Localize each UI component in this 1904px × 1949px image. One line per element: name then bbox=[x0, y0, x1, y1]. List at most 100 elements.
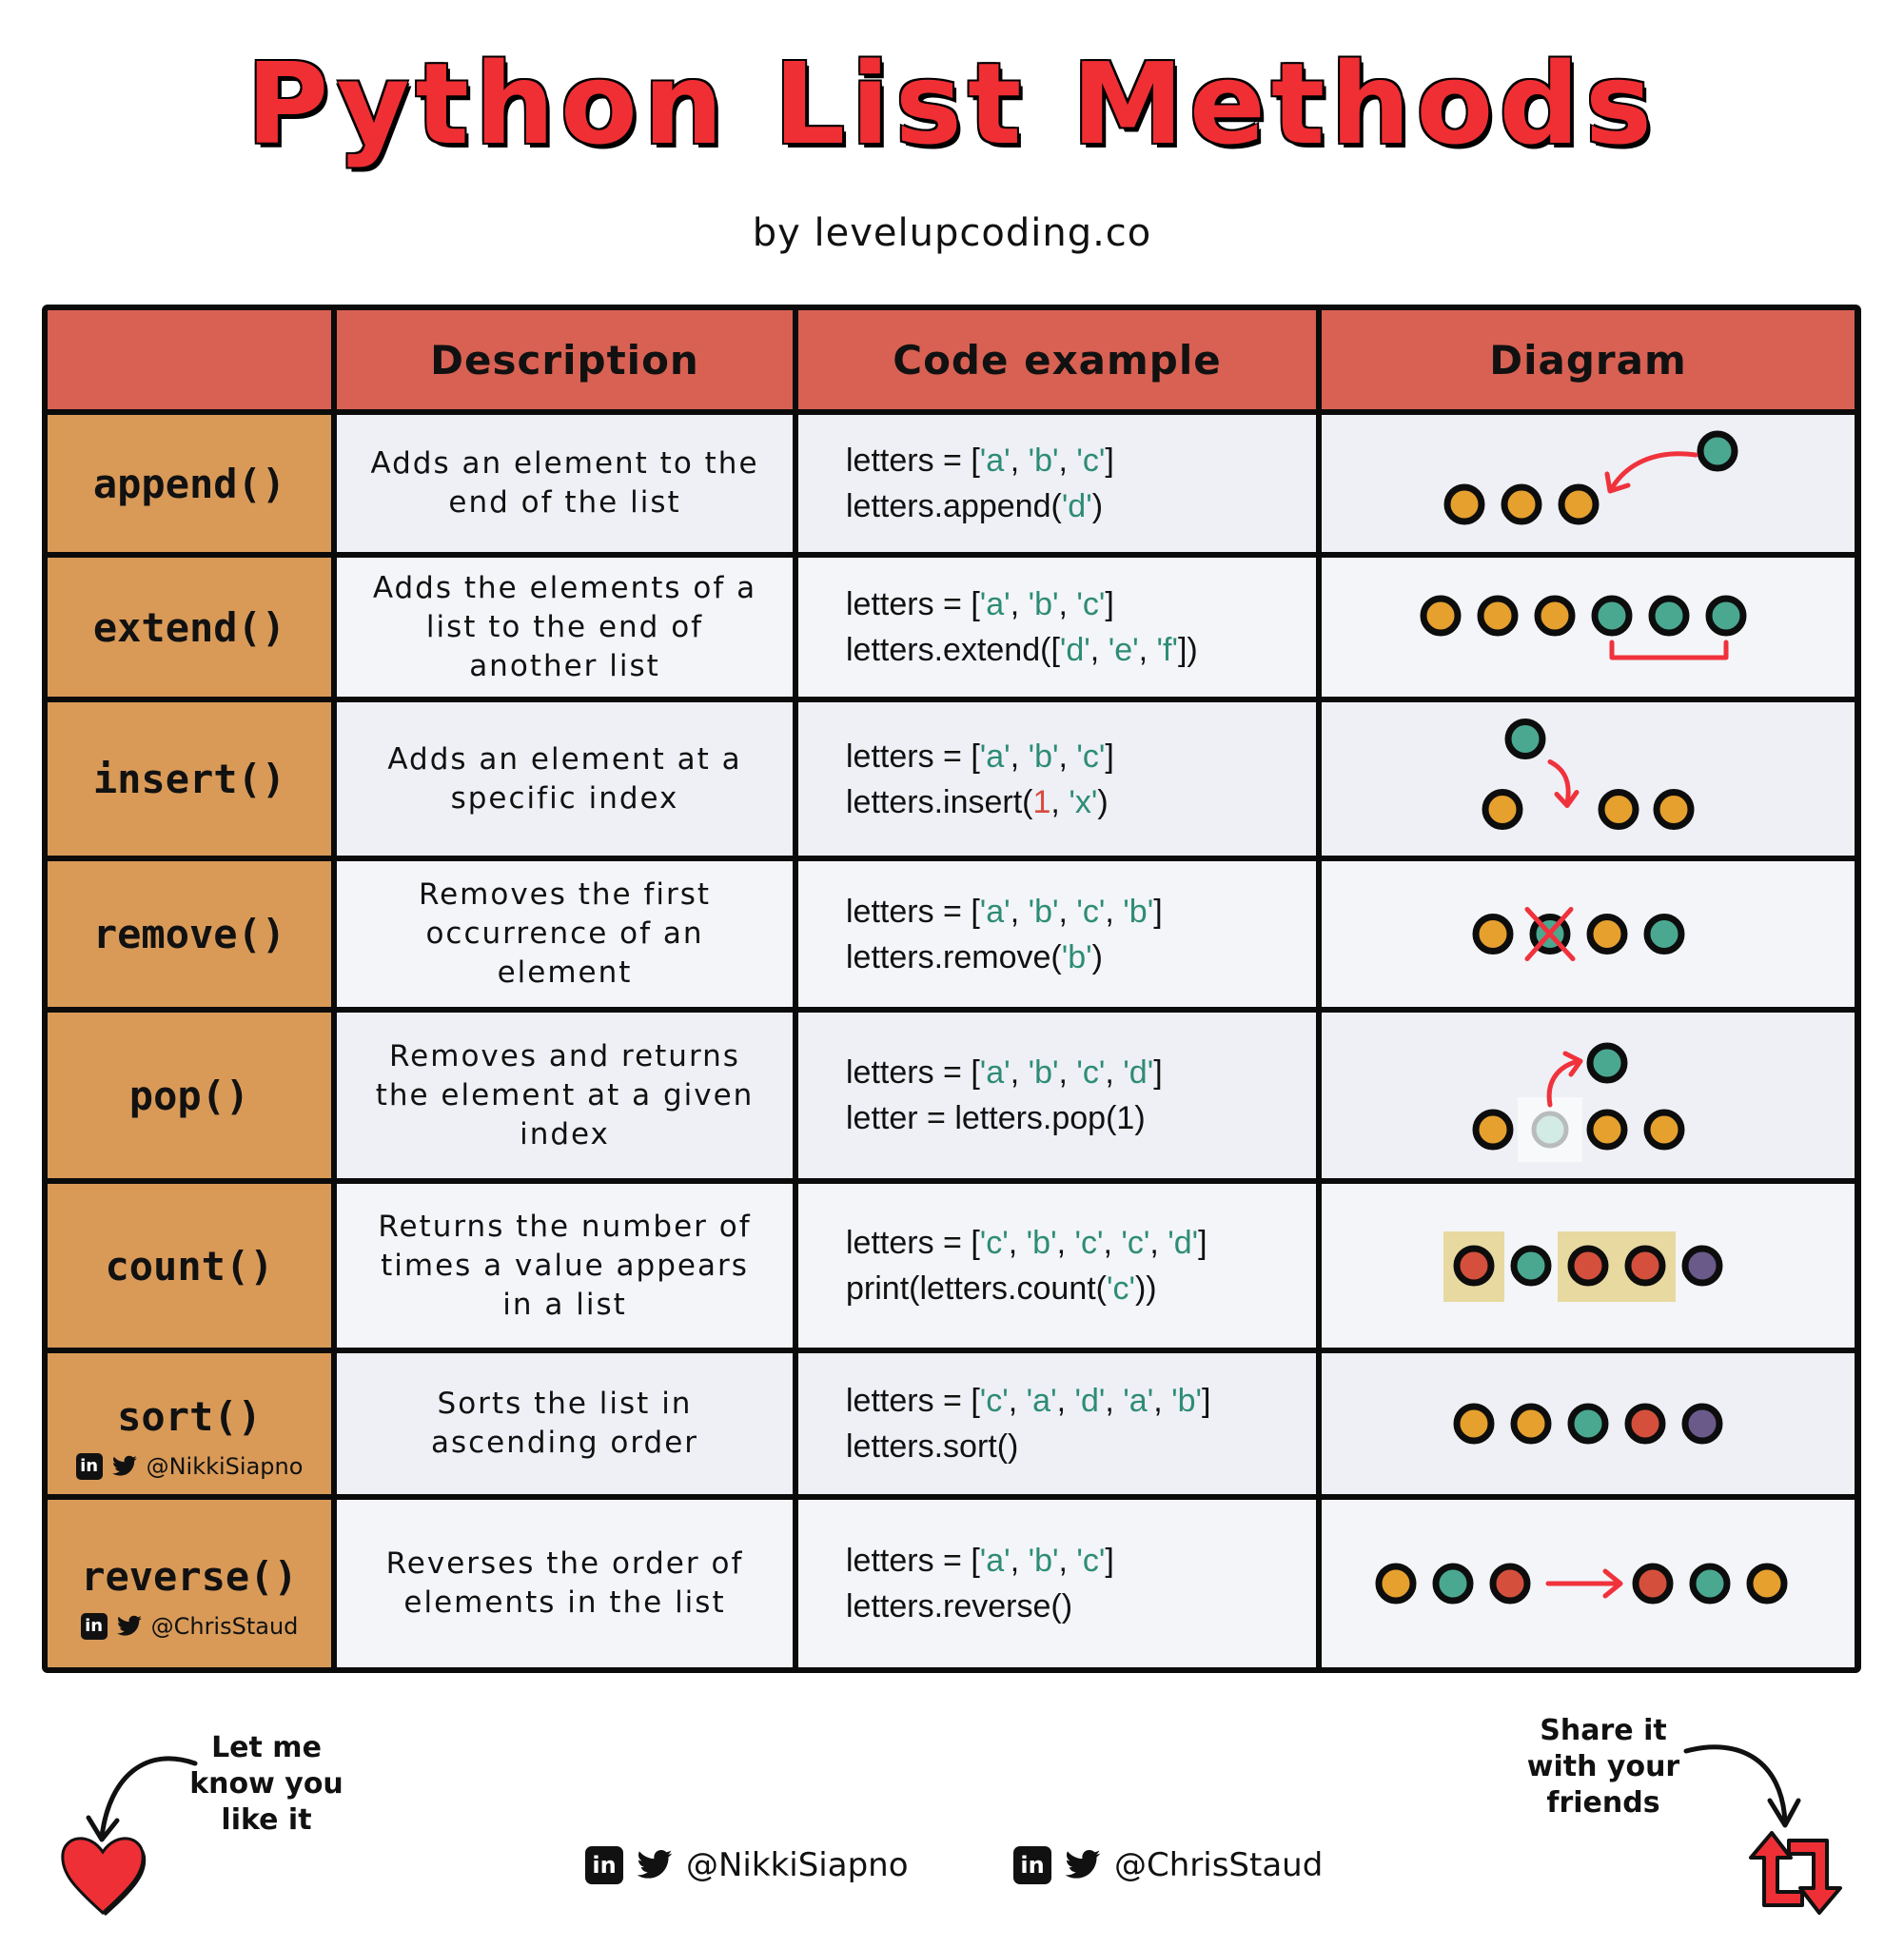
list-element-dot-yellow bbox=[1453, 1403, 1495, 1445]
footer-handle-chris[interactable]: in @ChrisStaud bbox=[1013, 1846, 1323, 1884]
list-element-dot-yellow bbox=[1477, 595, 1519, 637]
list-element-dot-yellow bbox=[1653, 789, 1695, 830]
code-line: letters.extend(['d', 'e', 'f']) bbox=[846, 627, 1198, 673]
code-text: , bbox=[1008, 1225, 1027, 1261]
code-text: , bbox=[1149, 1225, 1168, 1261]
code-string: 'a' bbox=[979, 893, 1011, 930]
methods-table: Description Code example Diagram append() Ad… bbox=[42, 305, 1861, 1673]
retweet-icon[interactable] bbox=[1743, 1825, 1848, 1920]
code-example-cell: letters = ['a', 'b', 'c'] letters.append(… bbox=[798, 415, 1316, 552]
handle-text[interactable]: @ChrisStaud bbox=[1114, 1846, 1323, 1884]
code-text: letters = [ bbox=[846, 738, 980, 775]
code-string: 'b' bbox=[1028, 893, 1059, 930]
code-string: 'b' bbox=[1026, 1225, 1057, 1261]
description-cell: Removes the first occurrence of an eleme… bbox=[337, 861, 793, 1007]
code-text: letters = [ bbox=[846, 1383, 980, 1419]
code-line: letters = ['a', 'b', 'c', 'd'] bbox=[846, 1050, 1163, 1095]
code-text: letters.reverse() bbox=[846, 1588, 1073, 1624]
heart-icon[interactable] bbox=[55, 1825, 150, 1920]
twitter-icon[interactable] bbox=[110, 1453, 139, 1480]
code-line: letters.sort() bbox=[846, 1424, 1018, 1469]
code-text: , bbox=[1010, 1543, 1029, 1579]
code-string: 'd' bbox=[1168, 1225, 1199, 1261]
list-element-dot-red bbox=[1624, 1245, 1666, 1287]
code-number: 1 bbox=[1032, 783, 1051, 820]
code-text: ] bbox=[1153, 1054, 1163, 1091]
code-text: ] bbox=[1105, 443, 1114, 479]
diagram-sort bbox=[1453, 1403, 1723, 1445]
description-cell: Removes and returns the element at a giv… bbox=[337, 1013, 793, 1178]
twitter-icon[interactable] bbox=[115, 1613, 144, 1640]
author-credit[interactable]: in @ChrisStaud bbox=[80, 1612, 299, 1640]
code-text: ] bbox=[1105, 738, 1114, 775]
code-text: , bbox=[1010, 443, 1029, 479]
code-text: letters = [ bbox=[846, 1054, 980, 1091]
twitter-icon[interactable] bbox=[1063, 1846, 1103, 1884]
code-string: 'b' bbox=[1028, 738, 1059, 775]
code-string: 'd' bbox=[1074, 1383, 1106, 1419]
footer-handle-nikki[interactable]: in @NikkiSiapno bbox=[585, 1846, 909, 1884]
append-arrow bbox=[1609, 451, 1698, 491]
code-text: , bbox=[1010, 893, 1029, 930]
header-cell-diagram: Diagram bbox=[1322, 310, 1855, 409]
code-text: , bbox=[1058, 738, 1077, 775]
code-text: ]) bbox=[1177, 632, 1198, 668]
code-line: letters.remove('b') bbox=[846, 935, 1103, 980]
linkedin-icon[interactable]: in bbox=[1013, 1846, 1051, 1884]
code-text: letters.remove( bbox=[846, 938, 1062, 975]
list-element-dot-yellow bbox=[1482, 789, 1523, 830]
header-cell-code-example: Code example bbox=[798, 310, 1316, 409]
code-text: letters.insert( bbox=[846, 783, 1033, 820]
code-string: 'b' bbox=[1123, 893, 1154, 930]
linkedin-icon[interactable]: in bbox=[80, 1612, 108, 1640]
twitter-icon[interactable] bbox=[635, 1846, 675, 1884]
code-string: 'b' bbox=[1028, 1543, 1059, 1579]
code-text: ] bbox=[1198, 1225, 1207, 1261]
list-element-dot-yellow bbox=[1510, 1403, 1552, 1445]
list-element-dot-red bbox=[1632, 1563, 1674, 1604]
code-string: 'e' bbox=[1108, 632, 1139, 668]
linkedin-icon[interactable]: in bbox=[585, 1846, 623, 1884]
list-element-dot-red bbox=[1453, 1245, 1495, 1287]
list-element-dot-removed bbox=[1531, 1111, 1569, 1149]
credit-handle[interactable]: @ChrisStaud bbox=[151, 1613, 299, 1640]
code-string: 'a' bbox=[979, 1054, 1011, 1091]
extend-bracket bbox=[1609, 640, 1729, 660]
code-text: , bbox=[1056, 1225, 1075, 1261]
method-cell: reverse() in @ChrisStaud bbox=[48, 1500, 331, 1667]
code-string: 'c' bbox=[1076, 1543, 1106, 1579]
method-cell: append() bbox=[48, 415, 331, 552]
like-note-line: know you bbox=[189, 1767, 344, 1801]
code-text: , bbox=[1153, 1383, 1172, 1419]
code-text: ) bbox=[1091, 488, 1104, 524]
code-text: letters.extend([ bbox=[846, 632, 1060, 668]
method-name: pop() bbox=[128, 1072, 250, 1119]
code-string: 'a' bbox=[979, 738, 1011, 775]
linkedin-icon[interactable]: in bbox=[75, 1452, 103, 1480]
curved-arrow-right-icon bbox=[1683, 1744, 1801, 1828]
handle-text[interactable]: @NikkiSiapno bbox=[686, 1846, 909, 1884]
list-element-dot-teal bbox=[1432, 1563, 1474, 1604]
code-line: letters = ['a', 'b', 'c'] bbox=[846, 734, 1114, 779]
code-string: 'c' bbox=[1121, 1225, 1150, 1261]
code-text: , bbox=[1058, 1543, 1077, 1579]
list-element-dot-yellow bbox=[1472, 1109, 1514, 1151]
list-element-dot-red bbox=[1624, 1403, 1666, 1445]
code-text: ] bbox=[1105, 1543, 1114, 1579]
code-text: , bbox=[1138, 632, 1157, 668]
code-text: , bbox=[1010, 738, 1029, 775]
code-text: letters = [ bbox=[846, 443, 980, 479]
code-string: 'd' bbox=[1061, 488, 1092, 524]
like-note-line: like it bbox=[221, 1803, 312, 1837]
author-credit[interactable]: in @NikkiSiapno bbox=[75, 1452, 304, 1480]
code-text: letters = [ bbox=[846, 893, 980, 930]
list-element-dot-teal bbox=[1689, 1563, 1731, 1604]
code-string: 'b' bbox=[1171, 1383, 1203, 1419]
list-element-dot-yellow bbox=[1472, 914, 1514, 955]
code-string: 'c' bbox=[1107, 1270, 1135, 1307]
list-element-dot-yellow bbox=[1420, 595, 1462, 637]
method-name: count() bbox=[105, 1242, 274, 1289]
credit-handle[interactable]: @NikkiSiapno bbox=[147, 1453, 304, 1480]
code-text: , bbox=[1105, 1054, 1124, 1091]
method-name: reverse() bbox=[81, 1552, 298, 1600]
